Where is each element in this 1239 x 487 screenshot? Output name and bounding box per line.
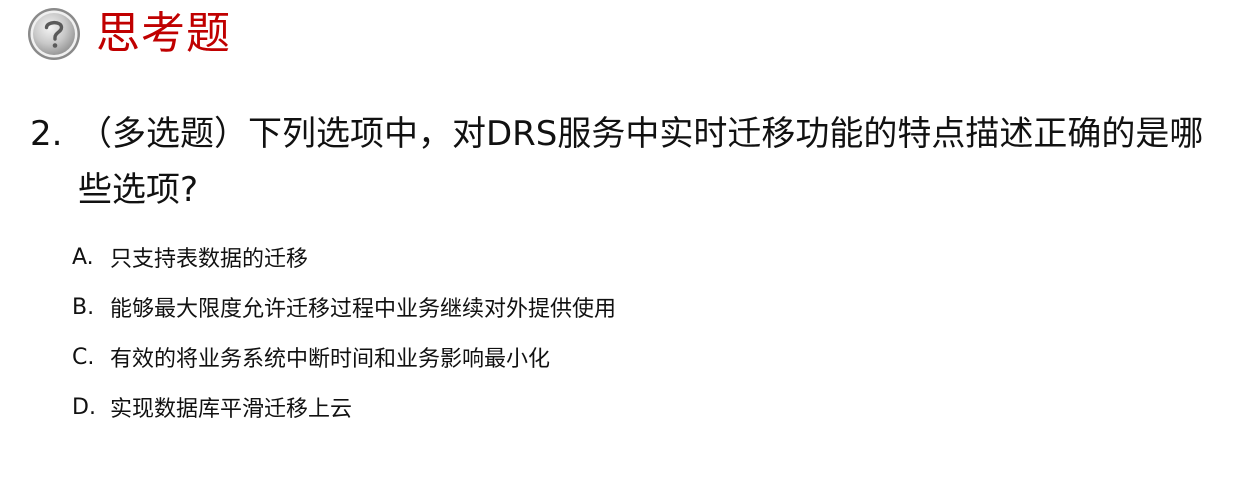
option-text: 能够最大限度允许迁移过程中业务继续对外提供使用 [110,297,617,322]
question-text: （多选题）下列选项中，对DRS服务中实时迁移功能的特点描述正确的是哪些选项? [78,114,1204,210]
option-letter: D. [72,394,96,420]
option-a: A. 只支持表数据的迁移 [72,232,1172,282]
option-d: D. 实现数据库平滑迁移上云 [72,382,1172,432]
option-text: 只支持表数据的迁移 [110,247,309,272]
question-block: 2. （多选题）下列选项中，对DRS服务中实时迁移功能的特点描述正确的是哪些选项… [30,106,1215,218]
option-b: B. 能够最大限度允许迁移过程中业务继续对外提供使用 [72,282,1172,332]
option-letter: C. [72,344,95,370]
options-list: A. 只支持表数据的迁移 B. 能够最大限度允许迁移过程中业务继续对外提供使用 … [72,232,1172,432]
option-letter: B. [72,294,95,320]
page-title: 思考题 [96,8,231,59]
option-text: 实现数据库平滑迁移上云 [110,397,353,422]
question-mark-icon [28,8,80,60]
option-c: C. 有效的将业务系统中断时间和业务影响最小化 [72,332,1172,382]
option-letter: A. [72,244,94,270]
option-text: 有效的将业务系统中断时间和业务影响最小化 [110,347,551,372]
slide-header: 思考题 [26,6,231,62]
question-number: 2. [30,114,63,154]
